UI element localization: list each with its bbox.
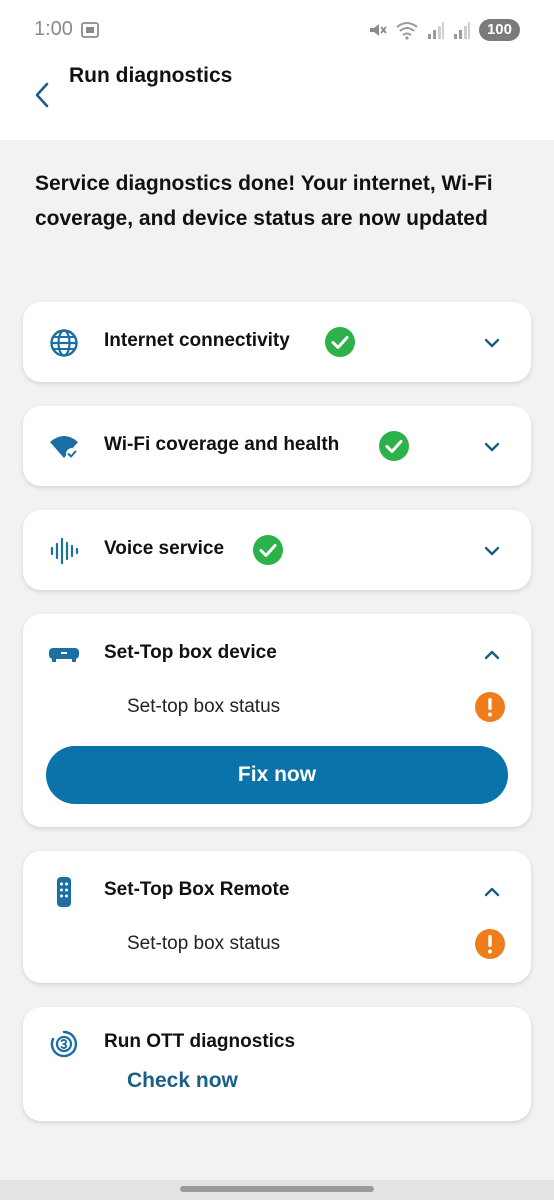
card-internet[interactable]: Internet connectivity <box>23 302 531 382</box>
card-ott[interactable]: Run OTT diagnostics Check now <box>23 1007 531 1121</box>
card-voice-header[interactable]: Voice service <box>23 510 531 590</box>
check-circle-icon <box>253 535 283 565</box>
card-ott-label: Run OTT diagnostics <box>104 1031 296 1052</box>
globe-icon <box>47 326 81 360</box>
wifi-icon <box>396 22 418 40</box>
settop-status-label: Set-top box status <box>127 696 281 717</box>
wifi-health-icon <box>47 430 81 464</box>
ott-diagnostics-icon <box>47 1027 81 1061</box>
card-internet-label: Internet connectivity <box>104 330 290 351</box>
card-settop-header[interactable]: Set-Top box device <box>23 614 531 694</box>
card-wifi-label: Wi-Fi coverage and health <box>104 434 340 455</box>
card-remote-header[interactable]: Set-Top Box Remote <box>23 851 531 931</box>
check-circle-icon <box>325 327 355 357</box>
warning-icon <box>475 929 505 959</box>
back-button[interactable] <box>26 78 58 112</box>
card-remote-label: Set-Top Box Remote <box>104 879 290 900</box>
card-remote[interactable]: Set-Top Box Remote Set-top box status <box>23 851 531 983</box>
card-voice-label: Voice service <box>104 538 225 559</box>
top-area: 1:00 100 Run diagnostics <box>0 0 554 140</box>
chevron-up-icon[interactable] <box>481 644 503 666</box>
chevron-down-icon[interactable] <box>481 332 503 354</box>
check-now-link[interactable]: Check now <box>127 1069 238 1093</box>
fix-now-button[interactable]: Fix now <box>46 746 508 804</box>
card-internet-header[interactable]: Internet connectivity <box>23 302 531 382</box>
card-settop[interactable]: Set-Top box device Set-top box status Fi… <box>23 614 531 827</box>
chevron-up-icon[interactable] <box>481 881 503 903</box>
warning-icon <box>475 692 505 722</box>
chevron-down-icon[interactable] <box>481 436 503 458</box>
page-title: Run diagnostics <box>69 64 233 87</box>
card-settop-label: Set-Top box device <box>104 642 277 663</box>
screenshot-icon <box>81 22 99 38</box>
mute-icon <box>369 24 387 36</box>
remote-status-label: Set-top box status <box>127 933 281 954</box>
diagnostics-summary: Service diagnostics done! Your internet,… <box>35 172 493 230</box>
card-voice[interactable]: Voice service <box>23 510 531 590</box>
status-icons: 100 <box>367 17 520 43</box>
set-top-box-icon <box>47 638 81 672</box>
remote-control-icon <box>47 875 81 909</box>
status-bar: 1:00 100 <box>0 0 554 60</box>
card-wifi-header[interactable]: Wi-Fi coverage and health <box>23 406 531 486</box>
chevron-down-icon[interactable] <box>481 540 503 562</box>
chevron-left-icon <box>35 82 49 108</box>
battery-badge: 100 <box>478 19 520 41</box>
voice-waveform-icon <box>47 534 81 568</box>
status-time: 1:00 <box>34 18 73 40</box>
signal-icon <box>427 22 444 39</box>
check-circle-icon <box>379 431 409 461</box>
home-indicator[interactable] <box>180 1186 374 1192</box>
signal-icon-2 <box>453 22 470 39</box>
card-wifi[interactable]: Wi-Fi coverage and health <box>23 406 531 486</box>
